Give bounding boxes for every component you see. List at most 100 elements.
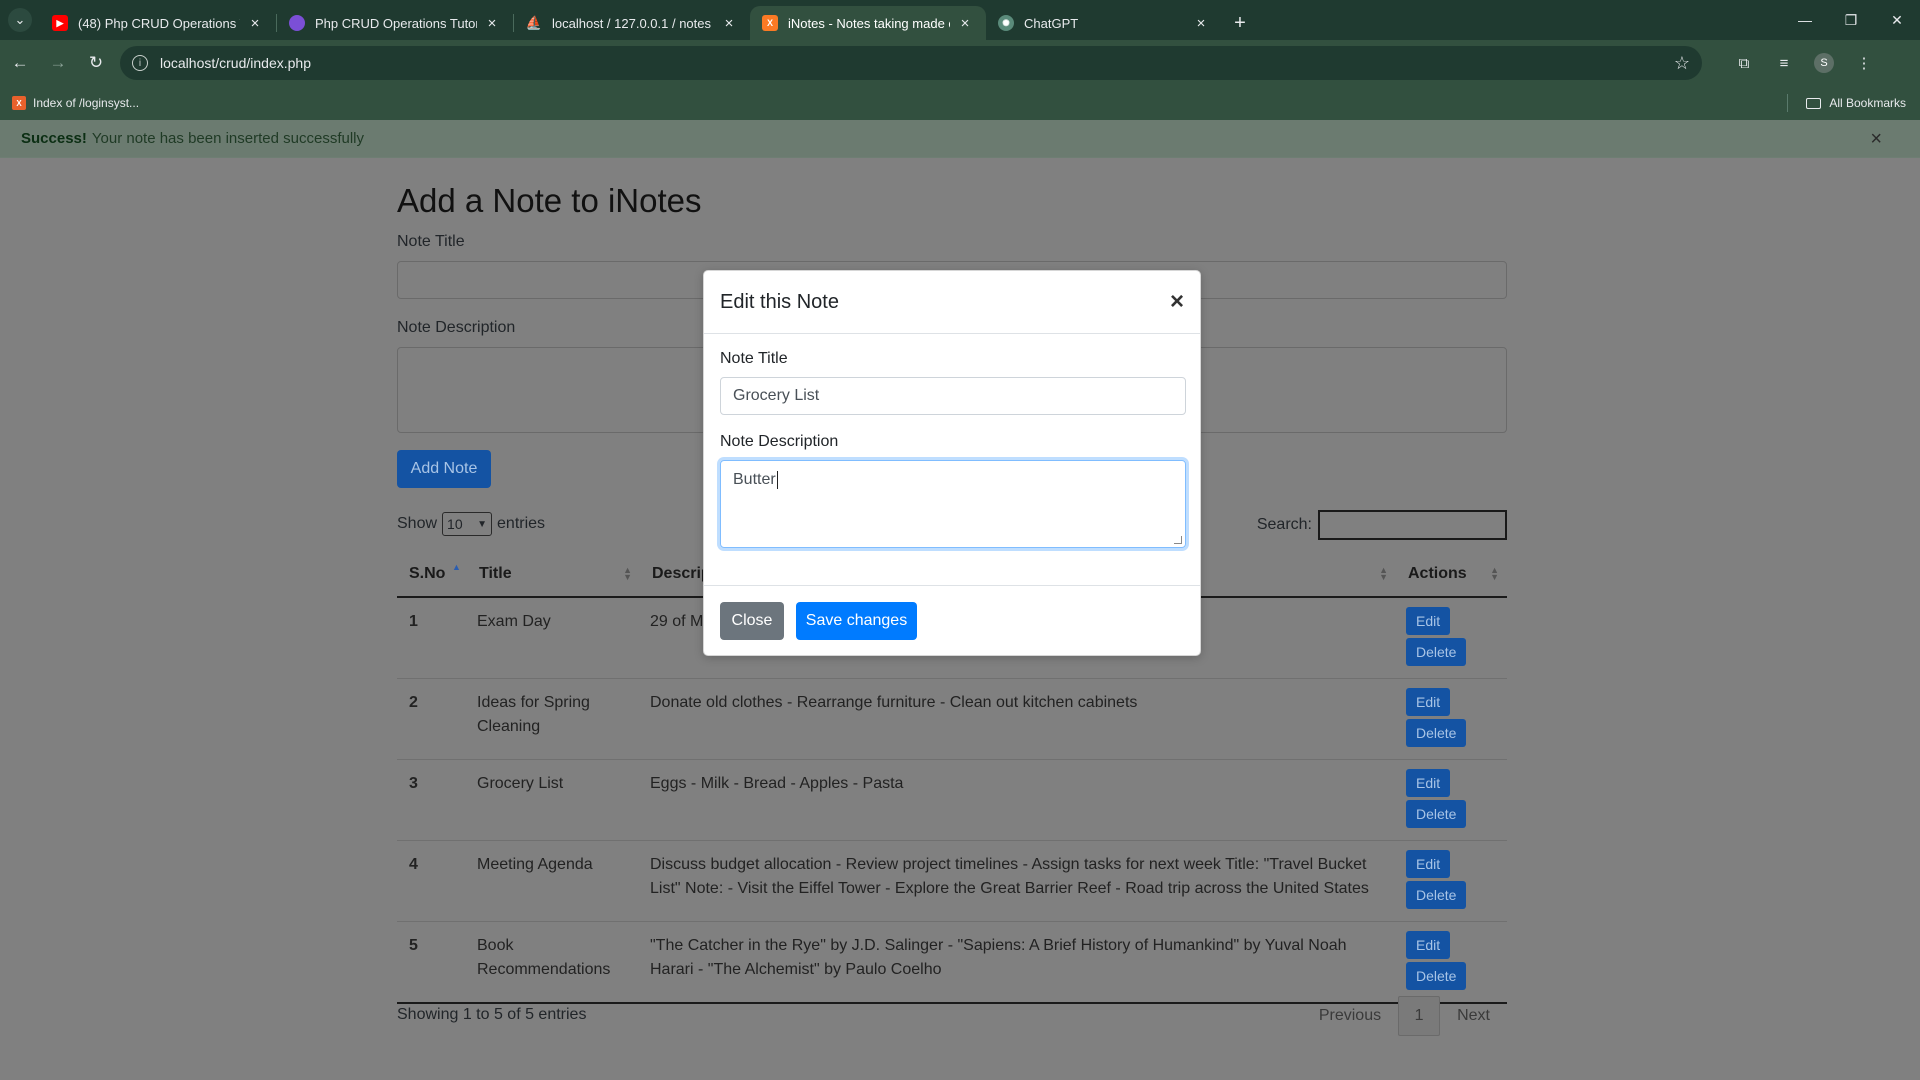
modal-header: Edit this Note × (704, 271, 1200, 334)
tab-title: ChatGPT (1024, 15, 1079, 31)
table-row: 5 Book Recommendations "The Catcher in t… (397, 921, 1507, 1004)
chevron-down-icon: ▼ (477, 518, 488, 530)
xampp-icon: X (762, 15, 778, 31)
column-header-title[interactable]: Title ▲ ▼ (467, 552, 640, 598)
delete-button[interactable]: Delete (1406, 800, 1467, 828)
tab-title: (48) Php CRUD Operations Tut (78, 15, 240, 31)
reload-icon[interactable]: ↻ (78, 45, 114, 81)
close-tab-icon[interactable]: × (246, 15, 264, 32)
cell-sno: 5 (397, 921, 467, 1004)
url-text: localhost/crud/index.php (160, 55, 311, 71)
cell-title: Book Recommendations (467, 921, 640, 1004)
page-title: Add a Note to iNotes (397, 182, 702, 219)
delete-button[interactable]: Delete (1406, 638, 1467, 666)
phpmyadmin-icon: ⛵ (525, 15, 543, 30)
header-label: Actions (1408, 565, 1467, 582)
modal-close-icon[interactable]: × (1170, 288, 1184, 316)
cell-actions: Edit Delete (1396, 840, 1507, 922)
bookmark-star-icon[interactable]: ☆ (1674, 53, 1690, 74)
close-tab-icon[interactable]: × (956, 15, 974, 32)
edit-button[interactable]: Edit (1406, 607, 1451, 635)
close-window-icon[interactable]: ✕ (1874, 0, 1920, 40)
note-description-label: Note Description (397, 319, 516, 336)
minimize-icon[interactable]: — (1782, 0, 1828, 40)
entries-select[interactable]: 10 ▼ (442, 512, 493, 536)
note-title-label: Note Title (397, 233, 465, 250)
modal-body: Note Title Grocery List Note Description… (704, 334, 1200, 564)
more-menu-icon[interactable]: ⋮ (1844, 45, 1884, 81)
cell-title: Exam Day (467, 597, 640, 679)
pagination: Previous 1 Next (1302, 996, 1507, 1036)
all-bookmarks-label: All Bookmarks (1829, 96, 1906, 110)
edit-title-label: Note Title (720, 350, 788, 367)
previous-page-button[interactable]: Previous (1302, 1007, 1398, 1025)
cell-description: Discuss budget allocation - Review proje… (640, 840, 1396, 922)
browser-tab-3[interactable]: X iNotes - Notes taking made ea × (750, 6, 986, 40)
search-label: Search: (1256, 516, 1312, 533)
show-label: Show (397, 515, 438, 532)
search-input[interactable] (1318, 510, 1507, 540)
header-label: Title (479, 565, 512, 582)
extensions-icon[interactable]: ⧉ (1724, 45, 1764, 81)
page-content: Success! Your note has been inserted suc… (0, 120, 1920, 1080)
save-changes-button[interactable]: Save changes (796, 602, 917, 640)
cell-title: Ideas for Spring Cleaning (467, 678, 640, 760)
close-tab-icon[interactable]: × (483, 15, 501, 32)
sort-icon: ▲ ▼ (1490, 565, 1499, 582)
edit-description-label: Note Description (720, 433, 839, 450)
forward-arrow-icon[interactable]: → (40, 45, 76, 81)
cell-description: Eggs - Milk - Bread - Apples - Pasta (640, 759, 1396, 841)
browser-tab-2[interactable]: ⛵ localhost / 127.0.0.1 / notes / n × (514, 6, 750, 40)
edit-button[interactable]: Edit (1406, 688, 1451, 716)
cell-sno: 4 (397, 840, 467, 922)
tab-title: iNotes - Notes taking made ea (788, 15, 950, 31)
restore-icon[interactable]: ❐ (1828, 0, 1874, 40)
resize-grip-icon[interactable] (1174, 536, 1182, 544)
alert-close-icon[interactable]: × (1870, 128, 1882, 151)
bookmarks-bar: X Index of /loginsyst... All Bookmarks (0, 86, 1920, 120)
back-arrow-icon[interactable]: ← (2, 45, 38, 81)
browser-tab-0[interactable]: ▶ (48) Php CRUD Operations Tut × (40, 6, 276, 40)
page-1-button[interactable]: 1 (1398, 996, 1441, 1036)
tab-search-button[interactable]: ⌄ (0, 0, 40, 40)
xampp-icon: X (12, 96, 26, 110)
delete-button[interactable]: Delete (1406, 962, 1467, 990)
browser-tab-1[interactable]: Php CRUD Operations Tutorial × (277, 6, 513, 40)
youtube-icon: ▶ (52, 15, 68, 31)
sort-ascending-icon: ▲ (452, 562, 461, 572)
edit-button[interactable]: Edit (1406, 850, 1451, 878)
edit-description-textarea[interactable]: Butter (720, 460, 1186, 548)
sort-icon: ▲ ▼ (1379, 565, 1388, 582)
cell-actions: Edit Delete (1396, 597, 1507, 679)
edit-button[interactable]: Edit (1406, 769, 1451, 797)
new-tab-icon[interactable]: + (1222, 6, 1258, 40)
browser-tab-4[interactable]: ✺ ChatGPT × (986, 6, 1222, 40)
close-button[interactable]: Close (720, 602, 784, 640)
close-tab-icon[interactable]: × (1192, 15, 1210, 32)
tab-title: localhost / 127.0.0.1 / notes / n (552, 15, 714, 31)
edit-title-input[interactable]: Grocery List (720, 377, 1186, 415)
address-bar[interactable]: i localhost/crud/index.php ☆ (120, 46, 1702, 80)
bookmark-label: Index of /loginsyst... (33, 96, 140, 110)
media-control-icon[interactable]: ≡ (1764, 45, 1804, 81)
column-header-actions[interactable]: Actions ▲ ▼ (1396, 552, 1507, 598)
tab-title: Php CRUD Operations Tutorial (315, 15, 477, 31)
site-info-icon[interactable]: i (132, 55, 148, 71)
bookmark-item[interactable]: X Index of /loginsyst... (12, 96, 139, 110)
edit-button[interactable]: Edit (1406, 931, 1451, 959)
cell-description: Donate old clothes - Rearrange furniture… (640, 678, 1396, 760)
delete-button[interactable]: Delete (1406, 719, 1467, 747)
table-row: 4 Meeting Agenda Discuss budget allocati… (397, 840, 1507, 922)
add-note-button[interactable]: Add Note (397, 450, 491, 488)
browser-toolbar: ← → ↻ i localhost/crud/index.php ☆ ⧉ ≡ S… (0, 40, 1920, 86)
all-bookmarks-button[interactable]: All Bookmarks (1806, 96, 1906, 110)
profile-avatar[interactable]: S (1804, 45, 1844, 81)
cell-sno: 3 (397, 759, 467, 841)
cell-title: Meeting Agenda (467, 840, 640, 922)
column-header-sno[interactable]: S.No ▲ (397, 552, 467, 598)
delete-button[interactable]: Delete (1406, 881, 1467, 909)
cell-actions: Edit Delete (1396, 759, 1507, 841)
table-info-text: Showing 1 to 5 of 5 entries (397, 1006, 587, 1023)
close-tab-icon[interactable]: × (720, 15, 738, 32)
next-page-button[interactable]: Next (1440, 1007, 1507, 1025)
